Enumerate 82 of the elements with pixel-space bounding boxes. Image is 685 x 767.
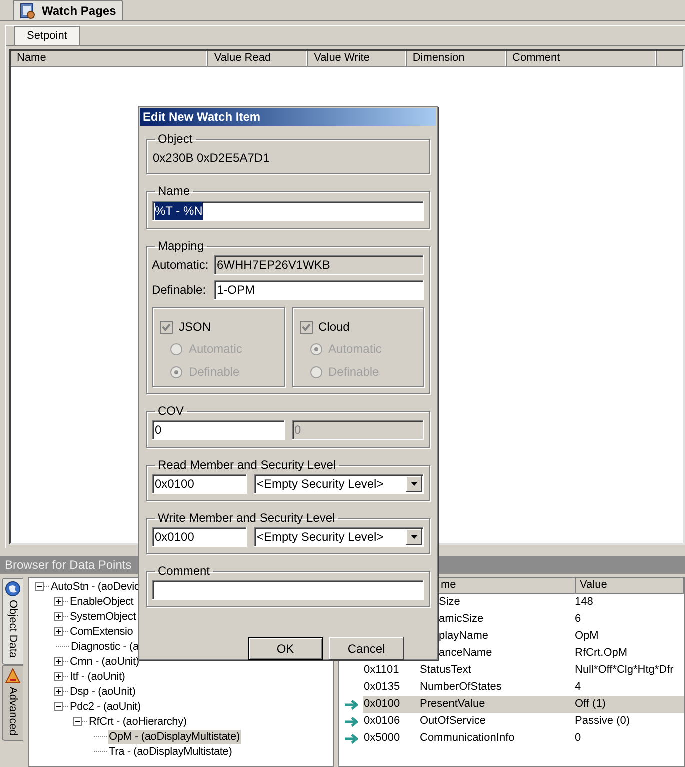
warning-icon: [5, 668, 21, 684]
tree-item[interactable]: Dsp - (aoUnit): [69, 684, 137, 698]
dialog-button[interactable]: Cancel: [329, 637, 404, 660]
checkbox-label: Cloud: [318, 319, 350, 336]
side-tab[interactable]: Advanced: [2, 665, 23, 742]
dialog-title: Edit New Watch Item: [140, 108, 436, 126]
column-header[interactable]: Comment: [506, 51, 658, 66]
column-header[interactable]: Value: [576, 578, 684, 593]
table-cell: CommunicationInfo: [420, 732, 515, 744]
collapse-icon[interactable]: [73, 717, 82, 726]
tree-item[interactable]: ComExtensio: [69, 624, 134, 638]
table-cell: 0x1101: [364, 664, 400, 676]
input-field[interactable]: 1-OPM: [214, 280, 424, 300]
expand-icon[interactable]: [54, 687, 63, 696]
table-cell: Null*Off*Clg*Htg*Dfr: [575, 664, 674, 676]
column-header[interactable]: Name: [11, 51, 208, 66]
group-label: Write Member and Security Level: [157, 510, 336, 527]
expand-icon[interactable]: [54, 627, 63, 636]
tree-item[interactable]: AutoStn - (aoDevic: [50, 580, 141, 594]
tree-item[interactable]: SystemObject: [69, 610, 138, 624]
group-label: Read Member and Security Level: [157, 457, 338, 474]
column-header[interactable]: Dimension: [406, 51, 507, 66]
column-header[interactable]: Value Read: [208, 51, 308, 66]
field-label: Definable:: [152, 282, 208, 299]
expand-icon[interactable]: [54, 612, 63, 621]
table-cell: 148: [575, 596, 594, 608]
object-id: 0x230B 0xD2E5A7D1: [152, 150, 271, 167]
table-cell: 0x0106: [364, 715, 400, 728]
tab[interactable]: Setpoint: [14, 26, 80, 45]
table-cell: StatusText: [420, 664, 472, 676]
table-cell: 4: [575, 681, 582, 694]
table-cell: 0: [575, 732, 582, 744]
table-cell: 0x5000: [364, 732, 400, 744]
column-header[interactable]: Value Write: [308, 51, 407, 66]
tree-item[interactable]: Tra - (aoDisplayMultistate): [108, 744, 234, 758]
table-cell: anceName: [439, 647, 492, 660]
dialog-button[interactable]: OK: [248, 637, 323, 660]
tree-item[interactable]: OpM - (aoDisplayMultistate): [108, 730, 241, 744]
tab[interactable]: Watch Pages: [13, 0, 124, 20]
checkbox-label: JSON: [179, 319, 212, 336]
table-cell: 6: [575, 613, 582, 626]
dropdown[interactable]: <Empty Security Level>: [254, 527, 424, 547]
tree-item[interactable]: Cmn - (aoUnit): [69, 654, 140, 668]
globe-icon: [5, 581, 21, 597]
collapse-icon[interactable]: [54, 702, 63, 711]
dropdown-arrow-icon: [410, 482, 418, 486]
dropdown-arrow-icon: [410, 535, 418, 539]
input-field[interactable]: 0x0100: [152, 474, 247, 494]
tree-item[interactable]: Pdc2 - (aoUnit): [69, 700, 142, 714]
dropdown[interactable]: <Empty Security Level>: [254, 474, 424, 494]
input-field[interactable]: 0x0100: [152, 527, 247, 547]
expand-icon[interactable]: [54, 657, 63, 666]
pages-icon: [20, 2, 36, 18]
field-label: Automatic:: [152, 257, 210, 274]
side-tab[interactable]: Object Data: [2, 578, 23, 666]
table-cell: amicSize: [439, 613, 484, 626]
table-cell: RfCrt.OpM: [575, 647, 628, 660]
collapse-icon[interactable]: [35, 582, 44, 591]
tree-item[interactable]: Itf - (aoUnit): [69, 670, 126, 684]
column-header[interactable]: me: [440, 578, 576, 593]
expand-icon[interactable]: [54, 672, 63, 681]
input-field[interactable]: 0: [152, 420, 284, 440]
group-label: Object: [157, 131, 194, 148]
table-cell: Size: [439, 596, 460, 608]
table-cell: Off (1): [575, 698, 606, 710]
table-cell: 0x0135: [364, 681, 400, 694]
table-cell: NumberOfStates: [420, 681, 502, 694]
expand-icon[interactable]: [54, 597, 63, 606]
input-field[interactable]: [152, 580, 424, 600]
tree-item[interactable]: RfCrt - (aoHierarchy): [88, 714, 188, 728]
tree-item[interactable]: EnableObject: [69, 594, 135, 608]
group-label: COV: [157, 403, 186, 420]
table-cell: PresentValue: [420, 698, 486, 710]
table-cell: OutOfService: [420, 715, 486, 728]
selected-row[interactable]: 0x0100 PresentValue Off (1): [363, 696, 684, 713]
group-label: Name: [157, 183, 192, 200]
table-cell: playName: [439, 630, 489, 642]
group-label: Mapping: [157, 238, 206, 255]
table-cell: OpM: [575, 630, 599, 642]
input-field[interactable]: %T - %N: [152, 201, 424, 221]
table-cell: Passive (0): [575, 715, 630, 728]
table-cell: 0x0100: [364, 698, 400, 710]
